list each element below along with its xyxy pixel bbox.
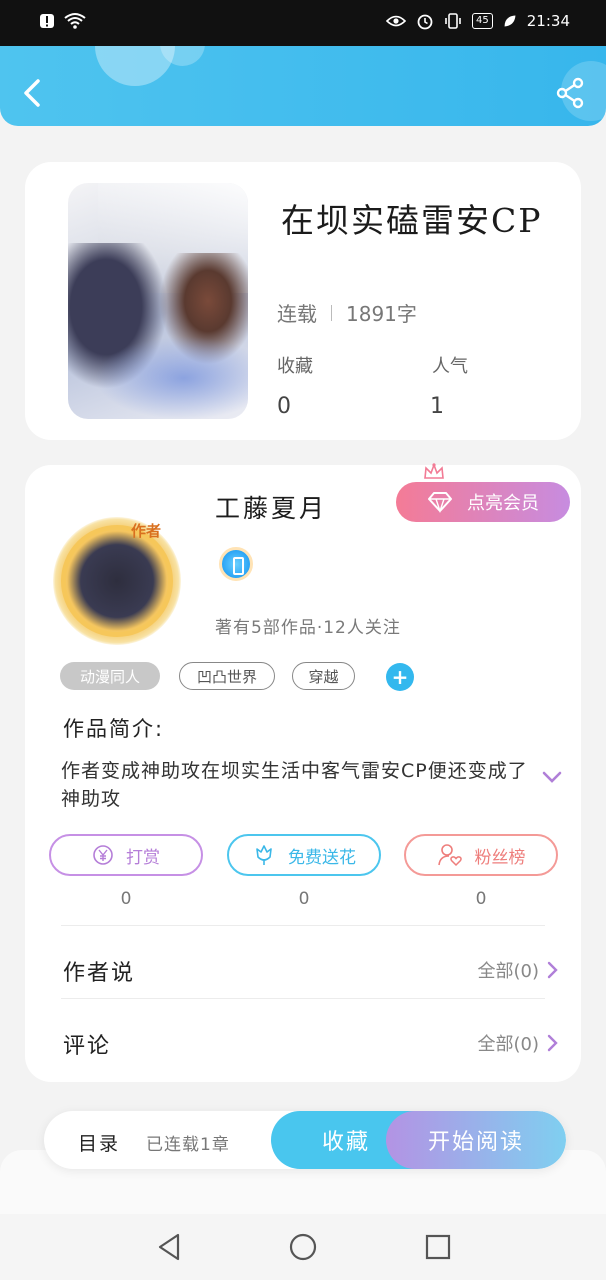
serial-status: 已连载1章 <box>146 1135 230 1155</box>
fans-ranking-button[interactable]: 粉丝榜 <box>404 834 558 876</box>
share-icon[interactable] <box>554 76 586 110</box>
nav-back-icon[interactable] <box>154 1232 184 1262</box>
comments-all-label: 全部(0) <box>477 1034 540 1055</box>
start-reading-button[interactable]: 开始阅读 <box>386 1111 566 1169</box>
nav-home-icon[interactable] <box>288 1232 318 1262</box>
meta-divider <box>331 304 332 321</box>
chevron-left-icon[interactable] <box>18 76 48 110</box>
flower-label: 免费送花 <box>288 847 356 868</box>
word-count: 1891字 <box>346 302 417 326</box>
status-bar: 45 21:34 <box>0 0 606 46</box>
tag-aotu-world[interactable]: 凹凸世界 <box>179 662 275 690</box>
author-level-badge <box>219 547 253 581</box>
vip-button-label: 点亮会员 <box>467 493 539 514</box>
author-avatar[interactable]: 作者 <box>53 517 181 645</box>
author-stats: 著有5部作品·12人关注 <box>215 618 401 638</box>
favorites-label: 收藏 <box>277 356 313 377</box>
chevron-right-icon <box>547 961 558 979</box>
top-header <box>0 46 606 126</box>
yen-coin-icon <box>93 845 113 865</box>
fans-count: 0 <box>475 889 487 909</box>
book-title: 在坝实磕雷安CP <box>281 201 543 240</box>
wifi-icon <box>64 13 86 29</box>
comments-title: 评论 <box>63 1034 112 1059</box>
clock: 21:34 <box>526 12 570 30</box>
vibrate-icon <box>445 13 461 29</box>
eye-icon <box>386 15 407 27</box>
chevron-right-icon <box>547 1034 558 1052</box>
favorites-value: 0 <box>277 394 291 419</box>
divider <box>61 998 545 999</box>
add-tag-button[interactable]: + <box>386 663 414 691</box>
author-details-card: 作者 工藤夏月 点亮会员 著有5部作品·12人关注 动漫同人 凹凸世界 穿越 +… <box>25 462 581 1082</box>
activate-vip-button[interactable]: 点亮会员 <box>396 482 570 522</box>
book-info-card: 在坝实磕雷安CP 连载 1891字 收藏 人气 0 1 <box>25 162 581 440</box>
tip-button[interactable]: 打赏 <box>49 834 203 876</box>
author-name[interactable]: 工藤夏月 <box>215 489 327 525</box>
tag-anime-fanfic[interactable]: 动漫同人 <box>60 662 160 690</box>
fans-label: 粉丝榜 <box>474 847 526 868</box>
tip-count: 0 <box>120 889 132 909</box>
send-flower-button[interactable]: 免费送花 <box>227 834 381 876</box>
table-of-contents-button[interactable]: 目录 <box>78 1129 120 1156</box>
tag-time-travel[interactable]: 穿越 <box>292 662 355 690</box>
book-cover-image[interactable] <box>68 183 248 419</box>
leaf-icon <box>504 15 516 27</box>
intro-heading: 作品简介: <box>63 717 165 741</box>
book-meta: 连载 1891字 <box>277 298 417 327</box>
author-says-all-link[interactable]: 全部(0) <box>478 957 560 983</box>
popularity-label: 人气 <box>432 356 468 377</box>
flower-icon <box>256 845 272 865</box>
tip-label: 打赏 <box>126 847 160 868</box>
alarm-icon <box>417 14 433 30</box>
author-badge: 作者 <box>131 522 162 540</box>
system-nav-bar <box>0 1214 606 1280</box>
diamond-icon <box>428 492 452 513</box>
popularity-value: 1 <box>430 394 444 419</box>
nav-recents-icon[interactable] <box>423 1232 453 1262</box>
divider <box>61 925 545 926</box>
chevron-down-icon[interactable] <box>541 769 563 785</box>
user-heart-icon <box>437 844 462 867</box>
bottom-action-bar: 目录 已连载1章 收藏 开始阅读 <box>44 1111 566 1169</box>
crown-icon <box>424 462 444 479</box>
book-status: 连载 <box>277 302 317 326</box>
alert-icon <box>40 14 54 28</box>
flower-count: 0 <box>298 889 310 909</box>
author-says-title: 作者说 <box>63 961 136 986</box>
intro-text: 作者变成神助攻在坝实生活中客气雷安CP便还变成了神助攻 <box>61 760 528 810</box>
author-says-all-label: 全部(0) <box>477 961 540 982</box>
battery-indicator: 45 <box>472 13 493 29</box>
comments-all-link[interactable]: 全部(0) <box>478 1030 560 1056</box>
